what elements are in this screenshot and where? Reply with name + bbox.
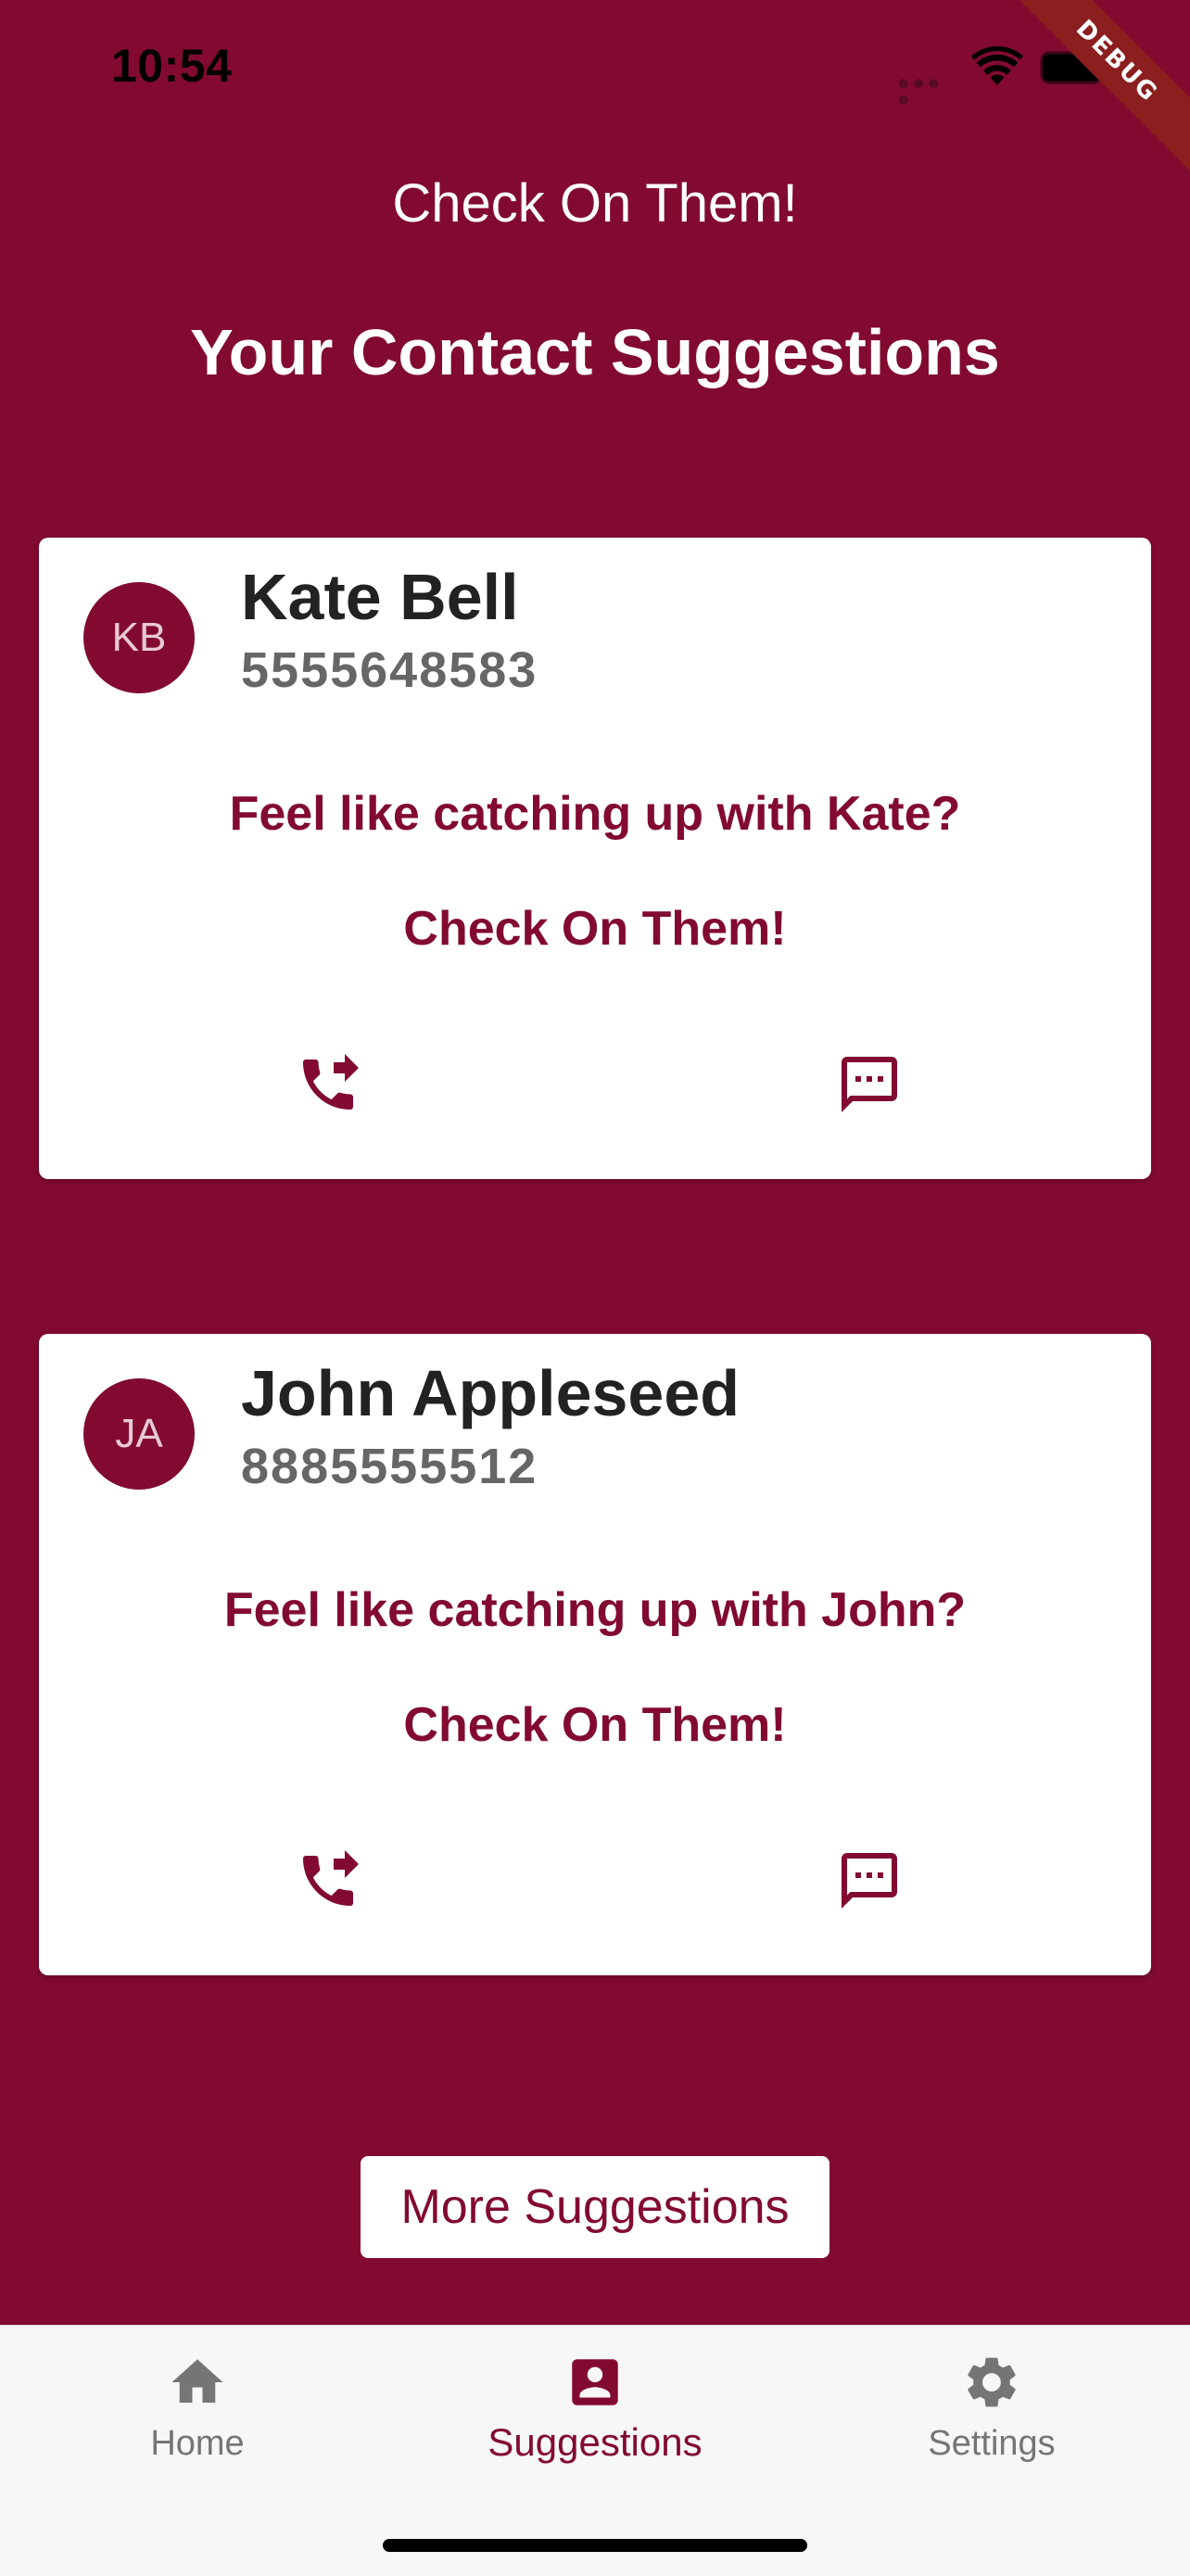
message-button[interactable] xyxy=(832,1047,906,1122)
catch-up-prompt: Feel like catching up with Kate? xyxy=(229,787,961,841)
avatar: KB xyxy=(83,582,195,693)
home-indicator xyxy=(383,2539,807,2552)
nav-label-home: Home xyxy=(150,2424,245,2463)
phone-forwarded-icon xyxy=(303,1850,359,1906)
call-button[interactable] xyxy=(291,1047,365,1122)
avatar: JA xyxy=(83,1378,195,1490)
contact-card: KB Kate Bell 5555648583 Feel like catchi… xyxy=(39,538,1151,1179)
wifi-icon xyxy=(971,46,1023,85)
contact-name: John Appleseed xyxy=(241,1357,741,1429)
contact-card-icon xyxy=(572,2359,618,2405)
sms-icon xyxy=(842,1853,897,1909)
call-button[interactable] xyxy=(291,1844,365,1918)
status-time: 10:54 xyxy=(111,40,233,92)
nav-label-settings: Settings xyxy=(928,2424,1056,2463)
catch-up-prompt: Feel like catching up with John? xyxy=(223,1583,967,1637)
contact-name: Kate Bell xyxy=(241,561,519,633)
more-suggestions-button[interactable]: More Suggestions xyxy=(361,2156,829,2258)
sms-icon xyxy=(842,1057,897,1112)
home-icon xyxy=(171,2359,223,2403)
app-title: Check On Them! xyxy=(392,173,798,234)
check-on-them-label: Check On Them! xyxy=(403,1698,787,1752)
nav-item-suggestions[interactable]: Suggestions xyxy=(456,2352,734,2465)
status-bar: 10:54 xyxy=(0,0,1190,139)
check-on-them-label: Check On Them! xyxy=(403,902,787,956)
contact-phone: 8885555512 xyxy=(241,1439,538,1494)
nav-item-home[interactable]: Home xyxy=(58,2352,336,2464)
contact-phone: 5555648583 xyxy=(241,642,538,698)
bottom-navigation-bar: Home Suggestions Settings xyxy=(0,2325,1190,2576)
page-title: Your Contact Suggestions xyxy=(190,316,1000,388)
phone-forwarded-icon xyxy=(303,1054,359,1110)
gear-icon xyxy=(968,2357,1016,2407)
nav-label-suggestions: Suggestions xyxy=(487,2420,703,2464)
contact-card: JA John Appleseed 8885555512 Feel like c… xyxy=(39,1334,1151,1975)
cellular-signal-icon xyxy=(899,76,956,105)
message-button[interactable] xyxy=(832,1844,906,1918)
nav-item-settings[interactable]: Settings xyxy=(853,2352,1131,2464)
